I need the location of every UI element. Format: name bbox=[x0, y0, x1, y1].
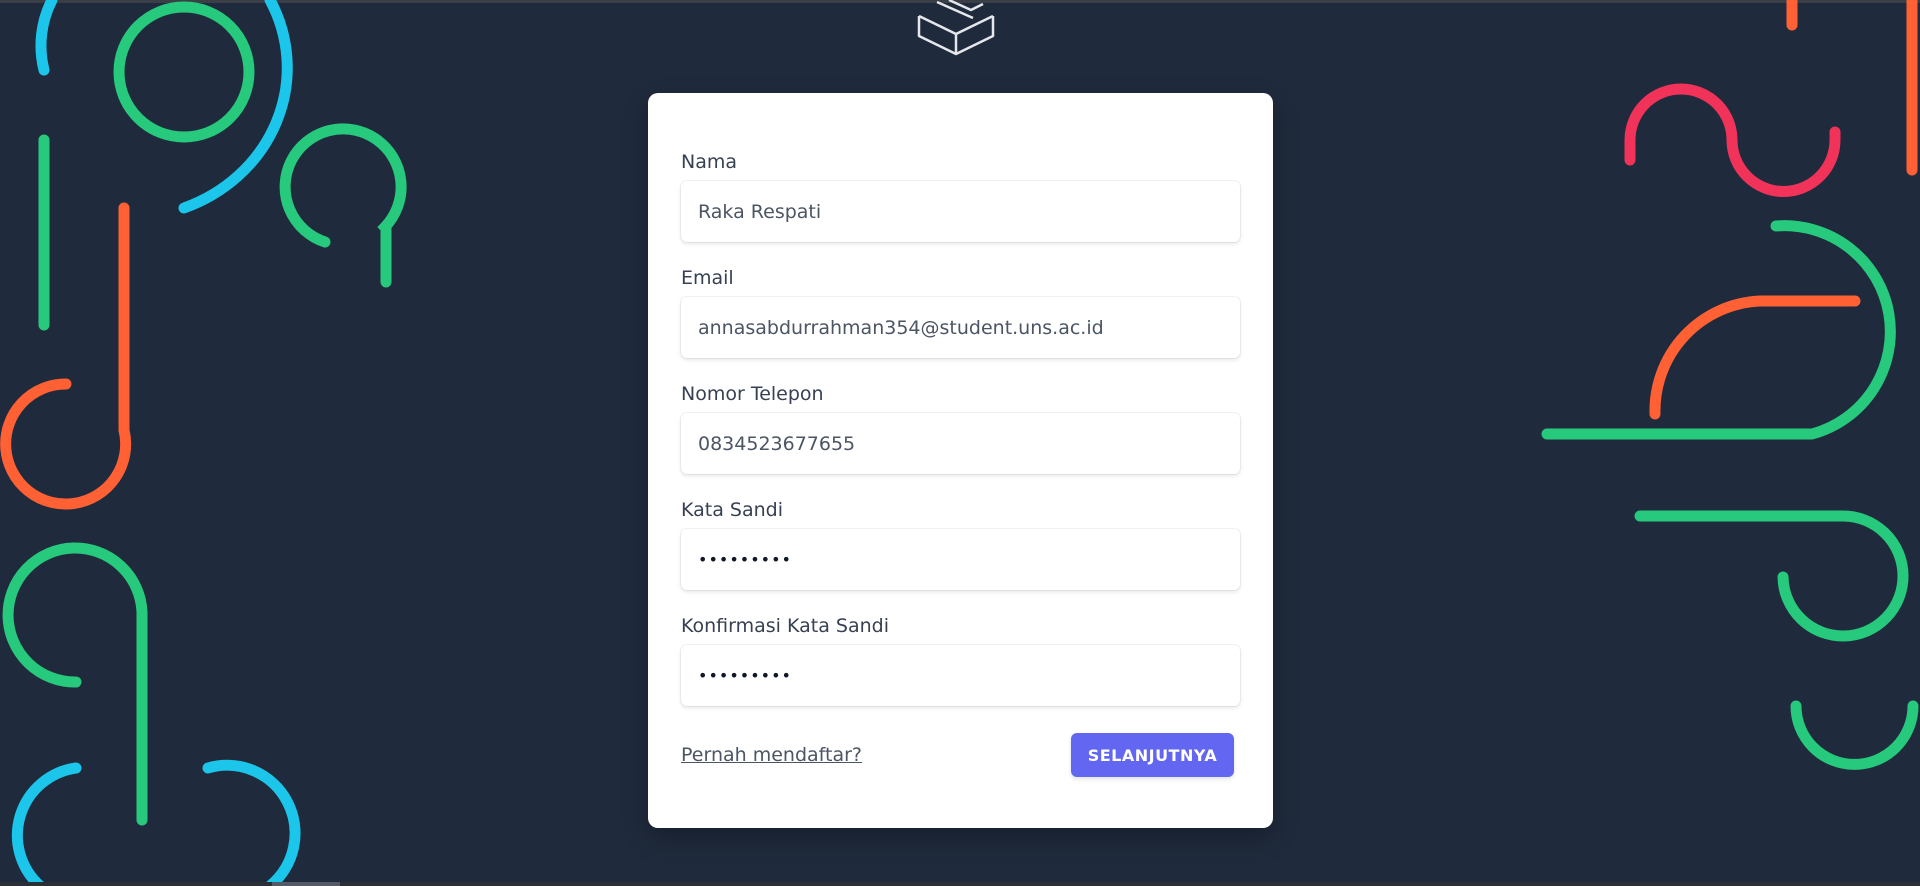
confirm-password-field-group: Konfirmasi Kata Sandi bbox=[681, 614, 1240, 706]
decor-arc-green-right-large bbox=[1541, 220, 1896, 440]
name-label: Nama bbox=[681, 151, 738, 173]
password-input[interactable] bbox=[681, 529, 1240, 590]
email-field-group: Email bbox=[681, 266, 1240, 358]
decor-arc-green-bottom-right bbox=[1790, 700, 1919, 770]
email-label: Email bbox=[681, 267, 734, 289]
decor-hook-orange bbox=[0, 378, 132, 510]
email-input[interactable] bbox=[681, 297, 1240, 358]
decor-wave-pink bbox=[1624, 83, 1841, 197]
registration-card: Nama Email Nomor Telepon Kata Sandi Konf… bbox=[648, 93, 1273, 828]
phone-input[interactable] bbox=[681, 413, 1240, 474]
decor-hook-green-right bbox=[1634, 510, 1909, 642]
decor-circle-green bbox=[113, 1, 255, 143]
password-label: Kata Sandi bbox=[681, 499, 783, 521]
decor-arc-cyan-bottom-left bbox=[11, 762, 82, 886]
decor-arc-cyan-top-left bbox=[35, 0, 58, 76]
phone-field-group: Nomor Telepon bbox=[681, 382, 1240, 474]
password-field-group: Kata Sandi bbox=[681, 498, 1240, 590]
name-input[interactable] bbox=[681, 181, 1240, 242]
phone-label: Nomor Telepon bbox=[681, 383, 824, 405]
form-actions: Pernah mendaftar? SELANJUTNYA bbox=[681, 733, 1240, 777]
decor-arc-orange-right bbox=[1649, 295, 1861, 420]
decor-arc-cyan-bottom-mid bbox=[202, 759, 301, 886]
package-box-icon bbox=[917, 0, 995, 56]
decor-hook-green-left bbox=[2, 542, 148, 826]
already-registered-link[interactable]: Pernah mendaftar? bbox=[681, 743, 862, 767]
confirm-password-label: Konfirmasi Kata Sandi bbox=[681, 615, 889, 637]
name-field-group: Nama bbox=[681, 150, 1240, 242]
confirm-password-input[interactable] bbox=[681, 645, 1240, 706]
horizontal-scrollbar-thumb[interactable] bbox=[272, 882, 340, 886]
next-button[interactable]: SELANJUTNYA bbox=[1071, 733, 1234, 777]
